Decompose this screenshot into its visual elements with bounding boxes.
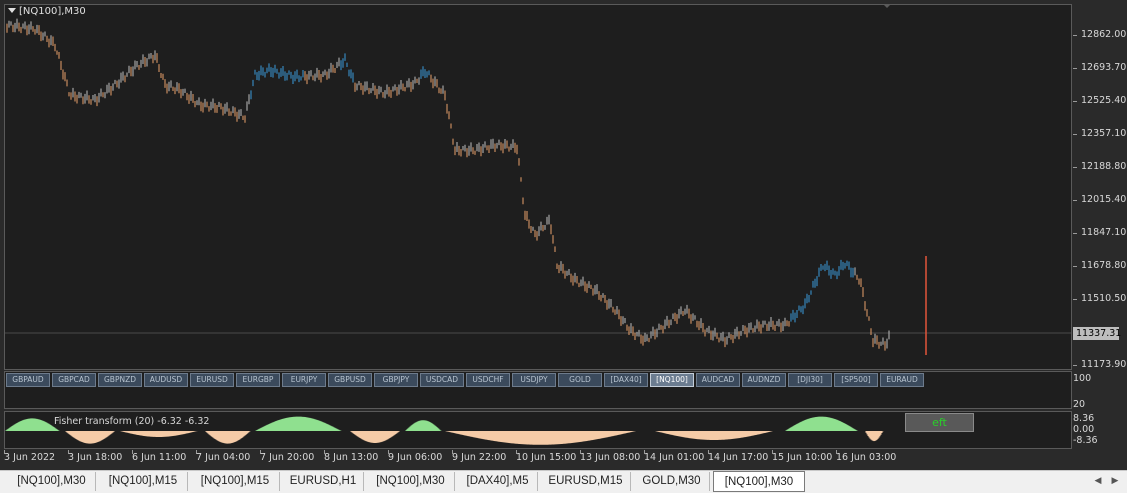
price-tick-label: 12188.80 xyxy=(1081,161,1127,172)
oscillator-axis: 100 20 xyxy=(1073,371,1127,410)
scroll-left-icon[interactable]: ◀ xyxy=(1091,473,1105,489)
symbol-button-sp500[interactable]: [SP500] xyxy=(834,373,878,387)
current-price-label: 11337.31 xyxy=(1073,327,1121,340)
time-axis: 3 Jun 2022 3 Jun 18:00 6 Jun 11:00 7 Jun 04… xyxy=(0,450,1127,470)
price-tick-label: 12693.70 xyxy=(1081,62,1127,73)
symbol-button-dax40[interactable]: [DAX40] xyxy=(604,373,648,387)
price-tick xyxy=(1073,134,1077,135)
symbol-button-gbpnzd[interactable]: GBPNZD xyxy=(98,373,142,387)
price-tick-label: 12357.10 xyxy=(1081,128,1127,139)
fisher-tick-label: 8.36 xyxy=(1073,413,1095,424)
tab-chart[interactable]: [DAX40],M5 xyxy=(458,472,538,491)
symbol-button-gbpjpy[interactable]: GBPJPY xyxy=(374,373,418,387)
time-tick-label: 8 Jun 13:00 xyxy=(324,452,379,463)
price-tick-label: 11510.50 xyxy=(1081,293,1127,304)
fisher-axis: 8.36 0.00 -8.36 xyxy=(1073,411,1127,449)
time-tick-label: 6 Jun 11:00 xyxy=(132,452,187,463)
time-tick-label: 3 Jun 18:00 xyxy=(68,452,123,463)
symbol-button-eurusd[interactable]: EURUSD xyxy=(190,373,234,387)
price-tick-label: 11678.80 xyxy=(1081,260,1127,271)
symbol-button-dji30[interactable]: [DJI30] xyxy=(788,373,832,387)
time-tick-label: 14 Jun 17:00 xyxy=(708,452,769,463)
osc-tick-label: 20 xyxy=(1073,399,1086,410)
price-tick-label: 12862.00 xyxy=(1081,29,1127,40)
tab-chart[interactable]: [NQ100],M30 xyxy=(713,471,805,492)
time-tick-label: 16 Jun 03:00 xyxy=(836,452,897,463)
price-tick xyxy=(1073,233,1077,234)
price-tick-label: 12015.40 xyxy=(1081,194,1127,205)
tab-chart[interactable]: [NQ100],M30 xyxy=(367,472,455,491)
symbol-button-nq100[interactable]: [NQ100] xyxy=(650,373,694,387)
fisher-tick-label: -8.36 xyxy=(1073,435,1098,446)
symbol-button-gold[interactable]: GOLD xyxy=(558,373,602,387)
price-pane[interactable] xyxy=(4,4,1072,370)
symbol-button-gbpcad[interactable]: GBPCAD xyxy=(52,373,96,387)
chart-title[interactable]: [NQ100],M30 xyxy=(8,6,86,17)
price-tick xyxy=(1073,101,1077,102)
time-tick-label: 9 Jun 22:00 xyxy=(452,452,507,463)
symbol-button-eurjpy[interactable]: EURJPY xyxy=(282,373,326,387)
symbol-button-gbpaud[interactable]: GBPAUD xyxy=(6,373,50,387)
time-tick-label: 7 Jun 04:00 xyxy=(196,452,251,463)
scroll-marker-icon xyxy=(883,4,891,8)
price-tick xyxy=(1073,365,1077,366)
osc-tick-label: 100 xyxy=(1073,373,1092,384)
price-tick xyxy=(1073,167,1077,168)
price-tick-label: 11847.10 xyxy=(1081,227,1127,238)
eft-button[interactable]: eft xyxy=(905,413,974,432)
time-tick-label: 14 Jun 01:00 xyxy=(644,452,705,463)
tab-chart[interactable]: EURUSD,H1 xyxy=(283,472,364,491)
fisher-label: Fisher transform (20) -6.32 -6.32 xyxy=(54,416,210,427)
price-tick xyxy=(1073,35,1077,36)
price-axis: 12862.00 12693.70 12525.40 12357.10 12188.80… xyxy=(1073,4,1127,370)
price-chart xyxy=(5,18,1071,355)
symbol-button-euraud[interactable]: EURAUD xyxy=(880,373,924,387)
symbol-button-usdchf[interactable]: USDCHF xyxy=(466,373,510,387)
tab-chart[interactable]: [NQ100],M30 xyxy=(8,472,96,491)
price-tick xyxy=(1073,299,1077,300)
price-tick-label: 11173.90 xyxy=(1081,359,1127,370)
tab-chart[interactable]: [NQ100],M15 xyxy=(191,472,280,491)
chevron-down-icon[interactable] xyxy=(8,8,16,13)
scroll-right-icon[interactable]: ▶ xyxy=(1108,473,1122,489)
symbol-button-audnzd[interactable]: AUDNZD xyxy=(742,373,786,387)
chart-window: [NQ100],M30 GBPAUD GBPCAD GBPNZD AUDUSD EURU… xyxy=(0,0,1127,470)
tab-chart[interactable]: [NQ100],M15 xyxy=(99,472,188,491)
time-tick-label: 3 Jun 2022 xyxy=(4,452,56,463)
tab-chart[interactable]: GOLD,M30 xyxy=(634,472,710,491)
price-tick-label: 12525.40 xyxy=(1081,95,1127,106)
chart-title-text: [NQ100],M30 xyxy=(19,6,86,17)
symbol-button-usdjpy[interactable]: USDJPY xyxy=(512,373,556,387)
price-tick xyxy=(1073,68,1077,69)
fisher-tick-label: 0.00 xyxy=(1073,424,1095,435)
time-tick-label: 15 Jun 10:00 xyxy=(772,452,833,463)
symbol-button-audcad[interactable]: AUDCAD xyxy=(696,373,740,387)
symbol-button-eurgbp[interactable]: EURGBP xyxy=(236,373,280,387)
symbol-button-gbpusd[interactable]: GBPUSD xyxy=(328,373,372,387)
symbol-button-usdcad[interactable]: USDCAD xyxy=(420,373,464,387)
time-tick-label: 7 Jun 20:00 xyxy=(260,452,315,463)
symbol-button-audusd[interactable]: AUDUSD xyxy=(144,373,188,387)
price-tick xyxy=(1073,266,1077,267)
time-tick-label: 10 Jun 15:00 xyxy=(516,452,577,463)
time-tick-label: 13 Jun 08:00 xyxy=(580,452,641,463)
price-tick xyxy=(1073,200,1077,201)
tab-chart[interactable]: EURUSD,M15 xyxy=(541,472,631,491)
chart-tab-bar: ◀ ▶ [NQ100],M30 [NQ100],M15 [NQ100],M15 EUR… xyxy=(0,470,1127,493)
time-tick-label: 9 Jun 06:00 xyxy=(388,452,443,463)
